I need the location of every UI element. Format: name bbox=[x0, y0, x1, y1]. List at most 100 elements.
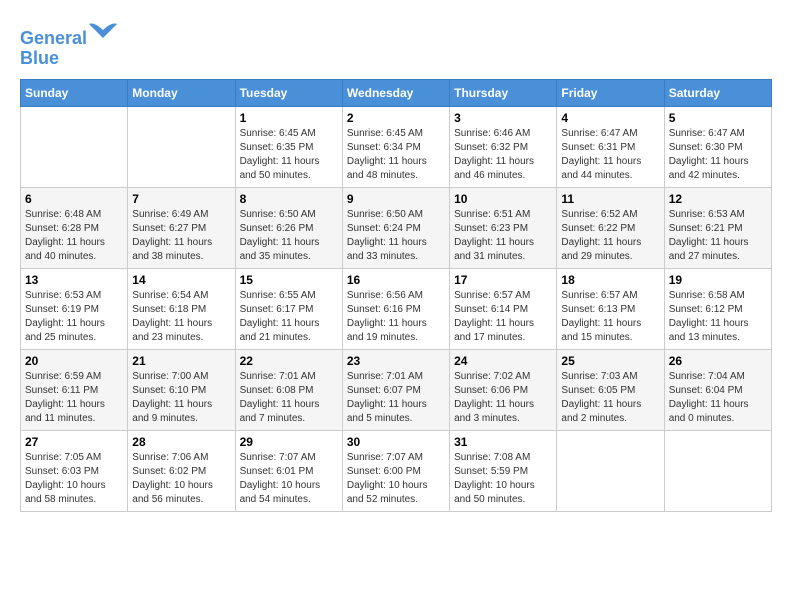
calendar-day-cell: 30Sunrise: 7:07 AM Sunset: 6:00 PM Dayli… bbox=[342, 430, 449, 511]
day-detail: Sunrise: 7:08 AM Sunset: 5:59 PM Dayligh… bbox=[454, 451, 552, 507]
day-detail: Sunrise: 7:07 AM Sunset: 6:00 PM Dayligh… bbox=[347, 451, 445, 507]
logo: General Blue bbox=[20, 20, 119, 69]
calendar-day-cell: 31 Sunrise: 7:08 AM Sunset: 5:59 PM Dayli… bbox=[450, 430, 557, 511]
logo-text: General bbox=[20, 20, 119, 49]
calendar-week-row: 13Sunrise: 6:53 AM Sunset: 6:19 PM Dayli… bbox=[21, 268, 772, 349]
day-detail: Sunrise: 6:50 AM Sunset: 6:26 PM Dayligh… bbox=[240, 208, 338, 264]
day-detail: Sunrise: 7:07 AM Sunset: 6:01 PM Dayligh… bbox=[240, 451, 338, 507]
day-number: 7 bbox=[132, 192, 230, 206]
calendar-day-cell: 2 Sunrise: 6:45 AM Sunset: 6:34 PM Daylig… bbox=[342, 106, 449, 187]
day-detail: Sunrise: 6:49 AM Sunset: 6:27 PM Dayligh… bbox=[132, 208, 230, 264]
day-number: 18 bbox=[561, 273, 659, 287]
weekday-header-cell: Tuesday bbox=[235, 79, 342, 106]
day-number: 15 bbox=[240, 273, 338, 287]
calendar-day-cell bbox=[21, 106, 128, 187]
calendar-day-cell: 10Sunrise: 6:51 AM Sunset: 6:23 PM Dayli… bbox=[450, 187, 557, 268]
calendar-day-cell: 14 Sunrise: 6:54 AM Sunset: 6:18 PM Dayli… bbox=[128, 268, 235, 349]
day-number: 22 bbox=[240, 354, 338, 368]
calendar-day-cell bbox=[664, 430, 771, 511]
calendar-day-cell: 12 Sunrise: 6:53 AM Sunset: 6:21 PM Dayli… bbox=[664, 187, 771, 268]
day-number: 14 bbox=[132, 273, 230, 287]
calendar-day-cell: 11Sunrise: 6:52 AM Sunset: 6:22 PM Dayli… bbox=[557, 187, 664, 268]
day-detail: Sunrise: 7:01 AM Sunset: 6:07 PM Dayligh… bbox=[347, 370, 445, 426]
calendar-day-cell: 17 Sunrise: 6:57 AM Sunset: 6:14 PM Dayli… bbox=[450, 268, 557, 349]
weekday-header-cell: Monday bbox=[128, 79, 235, 106]
day-number: 1 bbox=[240, 111, 338, 125]
day-detail: Sunrise: 7:06 AM Sunset: 6:02 PM Dayligh… bbox=[132, 451, 230, 507]
day-detail: Sunrise: 6:48 AM Sunset: 6:28 PM Dayligh… bbox=[25, 208, 123, 264]
day-number: 6 bbox=[25, 192, 123, 206]
day-detail: Sunrise: 7:03 AM Sunset: 6:05 PM Dayligh… bbox=[561, 370, 659, 426]
calendar-day-cell bbox=[557, 430, 664, 511]
day-number: 9 bbox=[347, 192, 445, 206]
calendar-week-row: 20 Sunrise: 6:59 AM Sunset: 6:11 PM Dayli… bbox=[21, 349, 772, 430]
day-detail: Sunrise: 7:00 AM Sunset: 6:10 PM Dayligh… bbox=[132, 370, 230, 426]
day-number: 17 bbox=[454, 273, 552, 287]
day-detail: Sunrise: 6:59 AM Sunset: 6:11 PM Dayligh… bbox=[25, 370, 123, 426]
calendar-week-row: 1 Sunrise: 6:45 AM Sunset: 6:35 PM Daylig… bbox=[21, 106, 772, 187]
calendar-table: SundayMondayTuesdayWednesdayThursdayFrid… bbox=[20, 79, 772, 512]
day-number: 5 bbox=[669, 111, 767, 125]
calendar-day-cell: 5Sunrise: 6:47 AM Sunset: 6:30 PM Daylig… bbox=[664, 106, 771, 187]
day-number: 4 bbox=[561, 111, 659, 125]
calendar-day-cell: 28 Sunrise: 7:06 AM Sunset: 6:02 PM Dayli… bbox=[128, 430, 235, 511]
day-detail: Sunrise: 6:54 AM Sunset: 6:18 PM Dayligh… bbox=[132, 289, 230, 345]
day-detail: Sunrise: 7:02 AM Sunset: 6:06 PM Dayligh… bbox=[454, 370, 552, 426]
weekday-header-cell: Wednesday bbox=[342, 79, 449, 106]
calendar-day-cell: 7 Sunrise: 6:49 AM Sunset: 6:27 PM Daylig… bbox=[128, 187, 235, 268]
day-number: 16 bbox=[347, 273, 445, 287]
day-number: 12 bbox=[669, 192, 767, 206]
day-number: 25 bbox=[561, 354, 659, 368]
day-number: 27 bbox=[25, 435, 123, 449]
calendar-day-cell: 25 Sunrise: 7:03 AM Sunset: 6:05 PM Dayli… bbox=[557, 349, 664, 430]
day-number: 26 bbox=[669, 354, 767, 368]
calendar-day-cell: 21 Sunrise: 7:00 AM Sunset: 6:10 PM Dayli… bbox=[128, 349, 235, 430]
calendar-day-cell: 8 Sunrise: 6:50 AM Sunset: 6:26 PM Daylig… bbox=[235, 187, 342, 268]
day-detail: Sunrise: 6:57 AM Sunset: 6:13 PM Dayligh… bbox=[561, 289, 659, 345]
day-detail: Sunrise: 6:46 AM Sunset: 6:32 PM Dayligh… bbox=[454, 127, 552, 183]
day-number: 28 bbox=[132, 435, 230, 449]
day-detail: Sunrise: 6:53 AM Sunset: 6:19 PM Dayligh… bbox=[25, 289, 123, 345]
day-detail: Sunrise: 6:56 AM Sunset: 6:16 PM Dayligh… bbox=[347, 289, 445, 345]
day-detail: Sunrise: 6:47 AM Sunset: 6:31 PM Dayligh… bbox=[561, 127, 659, 183]
day-number: 24 bbox=[454, 354, 552, 368]
calendar-week-row: 6 Sunrise: 6:48 AM Sunset: 6:28 PM Daylig… bbox=[21, 187, 772, 268]
logo-bird-icon bbox=[89, 20, 119, 44]
page-header: General Blue bbox=[20, 20, 772, 69]
day-detail: Sunrise: 6:53 AM Sunset: 6:21 PM Dayligh… bbox=[669, 208, 767, 264]
day-number: 31 bbox=[454, 435, 552, 449]
day-number: 2 bbox=[347, 111, 445, 125]
day-number: 8 bbox=[240, 192, 338, 206]
day-detail: Sunrise: 6:58 AM Sunset: 6:12 PM Dayligh… bbox=[669, 289, 767, 345]
day-number: 19 bbox=[669, 273, 767, 287]
calendar-day-cell: 29 Sunrise: 7:07 AM Sunset: 6:01 PM Dayli… bbox=[235, 430, 342, 511]
calendar-day-cell: 23 Sunrise: 7:01 AM Sunset: 6:07 PM Dayli… bbox=[342, 349, 449, 430]
day-number: 3 bbox=[454, 111, 552, 125]
calendar-day-cell: 16 Sunrise: 6:56 AM Sunset: 6:16 PM Dayli… bbox=[342, 268, 449, 349]
weekday-header-cell: Sunday bbox=[21, 79, 128, 106]
day-number: 29 bbox=[240, 435, 338, 449]
day-number: 20 bbox=[25, 354, 123, 368]
calendar-day-cell: 27Sunrise: 7:05 AM Sunset: 6:03 PM Dayli… bbox=[21, 430, 128, 511]
weekday-header-cell: Thursday bbox=[450, 79, 557, 106]
calendar-day-cell: 9 Sunrise: 6:50 AM Sunset: 6:24 PM Daylig… bbox=[342, 187, 449, 268]
calendar-week-row: 27Sunrise: 7:05 AM Sunset: 6:03 PM Dayli… bbox=[21, 430, 772, 511]
weekday-header-row: SundayMondayTuesdayWednesdayThursdayFrid… bbox=[21, 79, 772, 106]
day-detail: Sunrise: 6:52 AM Sunset: 6:22 PM Dayligh… bbox=[561, 208, 659, 264]
day-detail: Sunrise: 6:45 AM Sunset: 6:34 PM Dayligh… bbox=[347, 127, 445, 183]
day-detail: Sunrise: 6:45 AM Sunset: 6:35 PM Dayligh… bbox=[240, 127, 338, 183]
calendar-day-cell bbox=[128, 106, 235, 187]
calendar-day-cell: 4 Sunrise: 6:47 AM Sunset: 6:31 PM Daylig… bbox=[557, 106, 664, 187]
calendar-day-cell: 3 Sunrise: 6:46 AM Sunset: 6:32 PM Daylig… bbox=[450, 106, 557, 187]
day-number: 23 bbox=[347, 354, 445, 368]
calendar-day-cell: 20 Sunrise: 6:59 AM Sunset: 6:11 PM Dayli… bbox=[21, 349, 128, 430]
calendar-day-cell: 15Sunrise: 6:55 AM Sunset: 6:17 PM Dayli… bbox=[235, 268, 342, 349]
day-detail: Sunrise: 6:57 AM Sunset: 6:14 PM Dayligh… bbox=[454, 289, 552, 345]
calendar-day-cell: 19 Sunrise: 6:58 AM Sunset: 6:12 PM Dayli… bbox=[664, 268, 771, 349]
day-detail: Sunrise: 7:01 AM Sunset: 6:08 PM Dayligh… bbox=[240, 370, 338, 426]
day-detail: Sunrise: 6:50 AM Sunset: 6:24 PM Dayligh… bbox=[347, 208, 445, 264]
logo-text-blue: Blue bbox=[20, 49, 119, 69]
calendar-day-cell: 1 Sunrise: 6:45 AM Sunset: 6:35 PM Daylig… bbox=[235, 106, 342, 187]
calendar-day-cell: 22 Sunrise: 7:01 AM Sunset: 6:08 PM Dayli… bbox=[235, 349, 342, 430]
day-number: 21 bbox=[132, 354, 230, 368]
